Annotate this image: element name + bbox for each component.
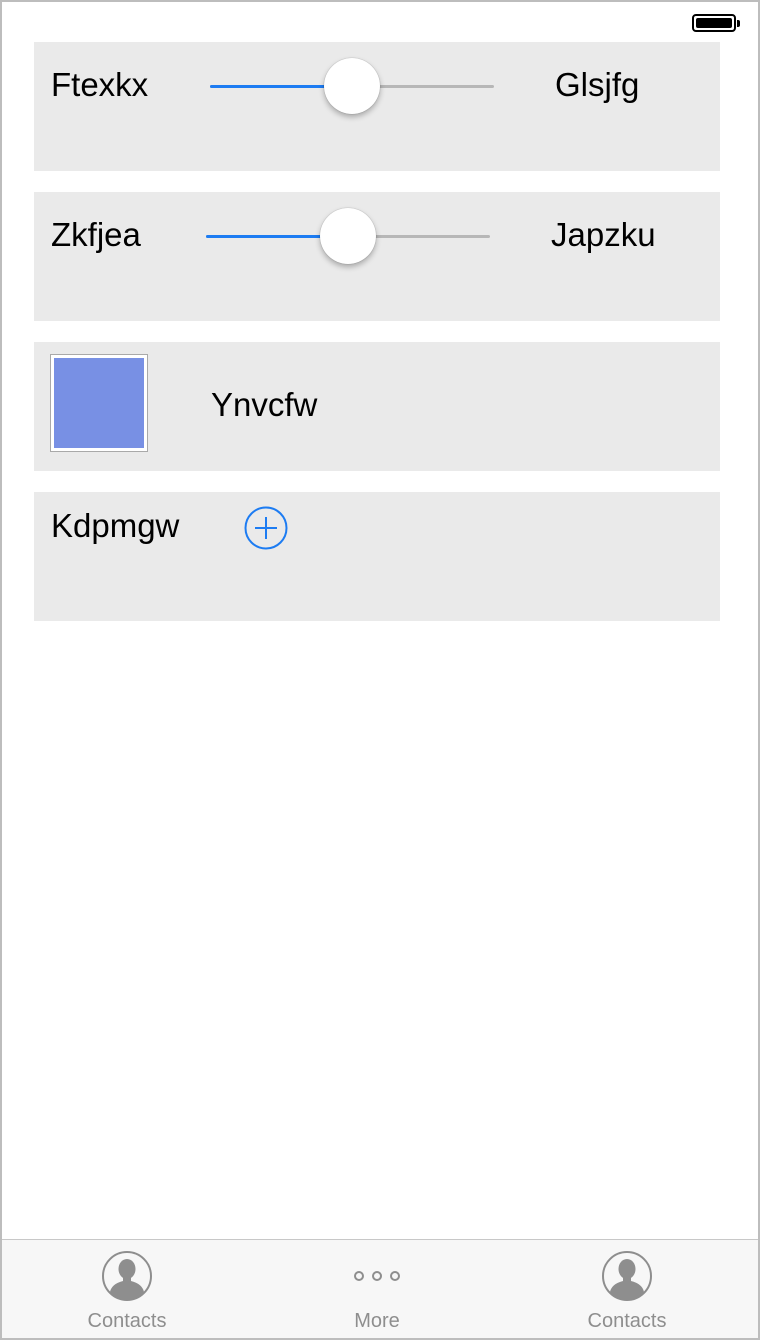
tab-label: Contacts: [587, 1310, 667, 1332]
add-row: Kdpmgw: [34, 492, 720, 621]
color-swatch: [54, 358, 144, 448]
tab-label: More: [354, 1310, 400, 1332]
battery-icon: [692, 14, 740, 32]
tab-contacts-2[interactable]: Contacts: [502, 1240, 752, 1338]
tab-contacts-1[interactable]: Contacts: [2, 1240, 252, 1338]
slider-max-label: Glsjfg: [555, 66, 640, 103]
contact-icon: [602, 1251, 652, 1301]
color-well[interactable]: [50, 354, 148, 452]
slider-2[interactable]: [206, 208, 490, 264]
slider-max-label: Japzku: [551, 216, 656, 253]
add-icon[interactable]: [244, 506, 288, 550]
app-window: Ftexkx Glsjfg Zkfjea Japzku Ynvcfw Kdpmg…: [0, 0, 760, 1340]
color-label: Ynvcfw: [211, 386, 318, 423]
slider-thumb[interactable]: [324, 58, 380, 114]
slider-row-1: Ftexkx Glsjfg: [34, 42, 720, 171]
slider-min-label: Ftexkx: [51, 66, 149, 103]
tab-bar: Contacts More Contacts: [2, 1239, 758, 1338]
more-icon: [354, 1271, 400, 1281]
tab-more[interactable]: More: [252, 1240, 502, 1338]
slider-min-label: Zkfjea: [51, 216, 141, 253]
color-row: Ynvcfw: [34, 342, 720, 471]
slider-thumb[interactable]: [320, 208, 376, 264]
tab-label: Contacts: [87, 1310, 167, 1332]
contact-icon: [102, 1251, 152, 1301]
slider-1[interactable]: [210, 58, 494, 114]
add-label: Kdpmgw: [51, 507, 180, 544]
slider-row-2: Zkfjea Japzku: [34, 192, 720, 321]
